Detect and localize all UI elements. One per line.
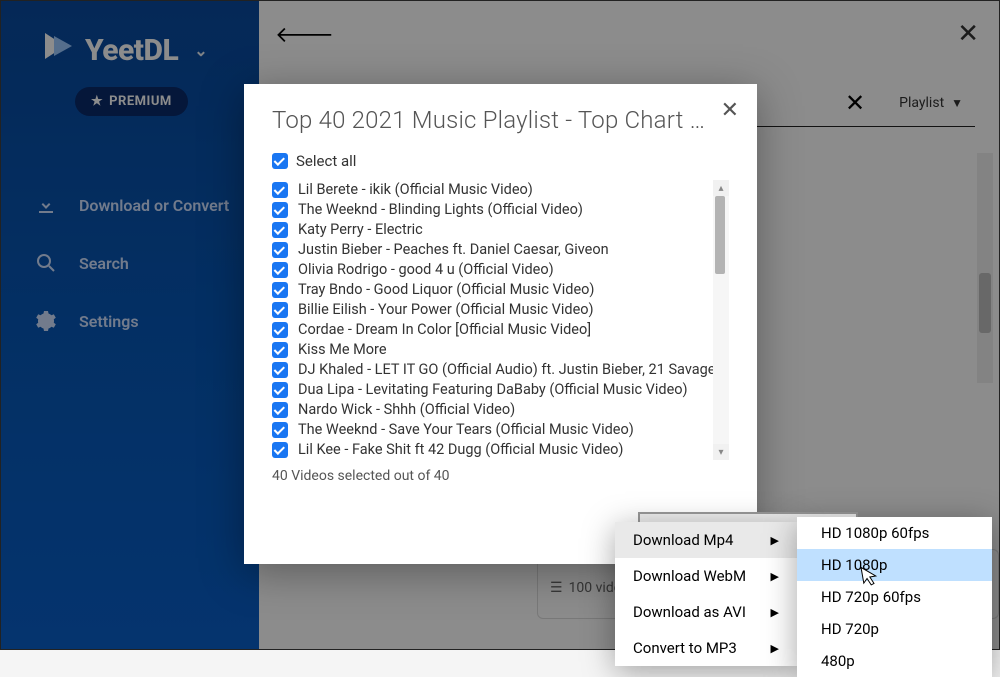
checkbox-checked-icon[interactable] bbox=[272, 322, 288, 338]
chevron-right-icon: ▶ bbox=[771, 642, 779, 655]
scroll-down-icon[interactable]: ▾ bbox=[713, 444, 729, 460]
video-list: Lil Berete - ikik (Official Music Video)… bbox=[272, 180, 729, 460]
video-item[interactable]: The Weeknd - Save Your Tears (Official M… bbox=[272, 420, 729, 440]
format-menu-item[interactable]: Download as AVI ▶ bbox=[615, 594, 797, 630]
modal-close-icon[interactable]: ✕ bbox=[721, 98, 739, 123]
video-item-label: Lil Berete - ikik (Official Music Video) bbox=[298, 181, 533, 199]
select-all-label: Select all bbox=[296, 152, 356, 170]
chevron-right-icon: ▶ bbox=[771, 534, 779, 547]
video-item[interactable]: Dua Lipa - Levitating Featuring DaBaby (… bbox=[272, 380, 729, 400]
video-item-label: Lil Kee - Fake Shit ft 42 Dugg (Official… bbox=[298, 441, 623, 459]
video-item[interactable]: Kiss Me More bbox=[272, 340, 729, 360]
checkbox-checked-icon[interactable] bbox=[272, 182, 288, 198]
format-menu-label: Download Mp4 bbox=[633, 531, 733, 549]
checkbox-checked-icon[interactable] bbox=[272, 402, 288, 418]
selection-count: 40 Videos selected out of 40 bbox=[272, 468, 729, 484]
checkbox-checked-icon[interactable] bbox=[272, 153, 288, 169]
checkbox-checked-icon[interactable] bbox=[272, 382, 288, 398]
scroll-up-icon[interactable]: ▴ bbox=[713, 180, 729, 196]
quality-menu-item[interactable]: HD 720p bbox=[797, 613, 992, 645]
checkbox-checked-icon[interactable] bbox=[272, 442, 288, 458]
checkbox-checked-icon[interactable] bbox=[272, 362, 288, 378]
checkbox-checked-icon[interactable] bbox=[272, 422, 288, 438]
video-item[interactable]: Justin Bieber - Peaches ft. Daniel Caesa… bbox=[272, 240, 729, 260]
quality-menu-item[interactable]: HD 1080p 60fps bbox=[797, 517, 992, 549]
chevron-right-icon: ▶ bbox=[771, 606, 779, 619]
video-item[interactable]: Lil Kee - Fake Shit ft 42 Dugg (Official… bbox=[272, 440, 729, 460]
checkbox-checked-icon[interactable] bbox=[272, 302, 288, 318]
quality-menu: HD 1080p 60fpsHD 1080pHD 720p 60fpsHD 72… bbox=[797, 517, 992, 677]
video-item-label: Tray Bndo - Good Liquor (Official Music … bbox=[298, 281, 594, 299]
chevron-right-icon: ▶ bbox=[771, 570, 779, 583]
video-item-label: Kiss Me More bbox=[298, 341, 387, 359]
checkbox-checked-icon[interactable] bbox=[272, 202, 288, 218]
video-item[interactable]: The Weeknd - Blinding Lights (Official V… bbox=[272, 200, 729, 220]
checkbox-checked-icon[interactable] bbox=[272, 262, 288, 278]
checkbox-checked-icon[interactable] bbox=[272, 282, 288, 298]
video-item-label: The Weeknd - Blinding Lights (Official V… bbox=[298, 201, 583, 219]
video-item-label: The Weeknd - Save Your Tears (Official M… bbox=[298, 421, 634, 439]
video-item-label: Dua Lipa - Levitating Featuring DaBaby (… bbox=[298, 381, 688, 399]
list-scrollbar[interactable]: ▴ ▾ bbox=[713, 180, 729, 460]
video-item[interactable]: Katy Perry - Electric bbox=[272, 220, 729, 240]
format-menu-item[interactable]: Download WebM ▶ bbox=[615, 558, 797, 594]
format-menu-item[interactable]: Download Mp4 ▶ bbox=[615, 522, 797, 558]
select-all-row[interactable]: Select all bbox=[272, 152, 729, 170]
format-menu-label: Convert to MP3 bbox=[633, 639, 737, 657]
video-item-label: Nardo Wick - Shhh (Official Video) bbox=[298, 401, 515, 419]
format-menu-label: Download as AVI bbox=[633, 603, 746, 621]
checkbox-checked-icon[interactable] bbox=[272, 242, 288, 258]
scroll-thumb[interactable] bbox=[715, 196, 725, 274]
format-menu-item[interactable]: Convert to MP3 ▶ bbox=[615, 630, 797, 666]
download-modal: ✕ Top 40 2021 Music Playlist - Top Chart… bbox=[244, 84, 757, 564]
video-item[interactable]: DJ Khaled - LET IT GO (Official Audio) f… bbox=[272, 360, 729, 380]
checkbox-checked-icon[interactable] bbox=[272, 342, 288, 358]
video-item[interactable]: Lil Berete - ikik (Official Music Video) bbox=[272, 180, 729, 200]
video-item[interactable]: Cordae - Dream In Color [Official Music … bbox=[272, 320, 729, 340]
checkbox-checked-icon[interactable] bbox=[272, 222, 288, 238]
format-menu: Download Mp4▶Download WebM▶Download as A… bbox=[615, 522, 797, 666]
modal-title: Top 40 2021 Music Playlist - Top Chart 4… bbox=[272, 106, 712, 134]
video-item-label: Olivia Rodrigo - good 4 u (Official Vide… bbox=[298, 261, 554, 279]
video-item-label: Cordae - Dream In Color [Official Music … bbox=[298, 321, 591, 339]
video-item[interactable]: Tray Bndo - Good Liquor (Official Music … bbox=[272, 280, 729, 300]
video-item-label: DJ Khaled - LET IT GO (Official Audio) f… bbox=[298, 361, 715, 379]
quality-menu-item[interactable]: HD 720p 60fps bbox=[797, 581, 992, 613]
video-item-label: Billie Eilish - Your Power (Official Mus… bbox=[298, 301, 594, 319]
quality-menu-item[interactable]: HD 1080p bbox=[797, 549, 992, 581]
format-menu-label: Download WebM bbox=[633, 567, 746, 585]
video-item[interactable]: Billie Eilish - Your Power (Official Mus… bbox=[272, 300, 729, 320]
video-item-label: Justin Bieber - Peaches ft. Daniel Caesa… bbox=[298, 241, 609, 259]
video-item[interactable]: Olivia Rodrigo - good 4 u (Official Vide… bbox=[272, 260, 729, 280]
video-item[interactable]: Nardo Wick - Shhh (Official Video) bbox=[272, 400, 729, 420]
scroll-track[interactable] bbox=[713, 196, 729, 444]
video-item-label: Katy Perry - Electric bbox=[298, 221, 423, 239]
